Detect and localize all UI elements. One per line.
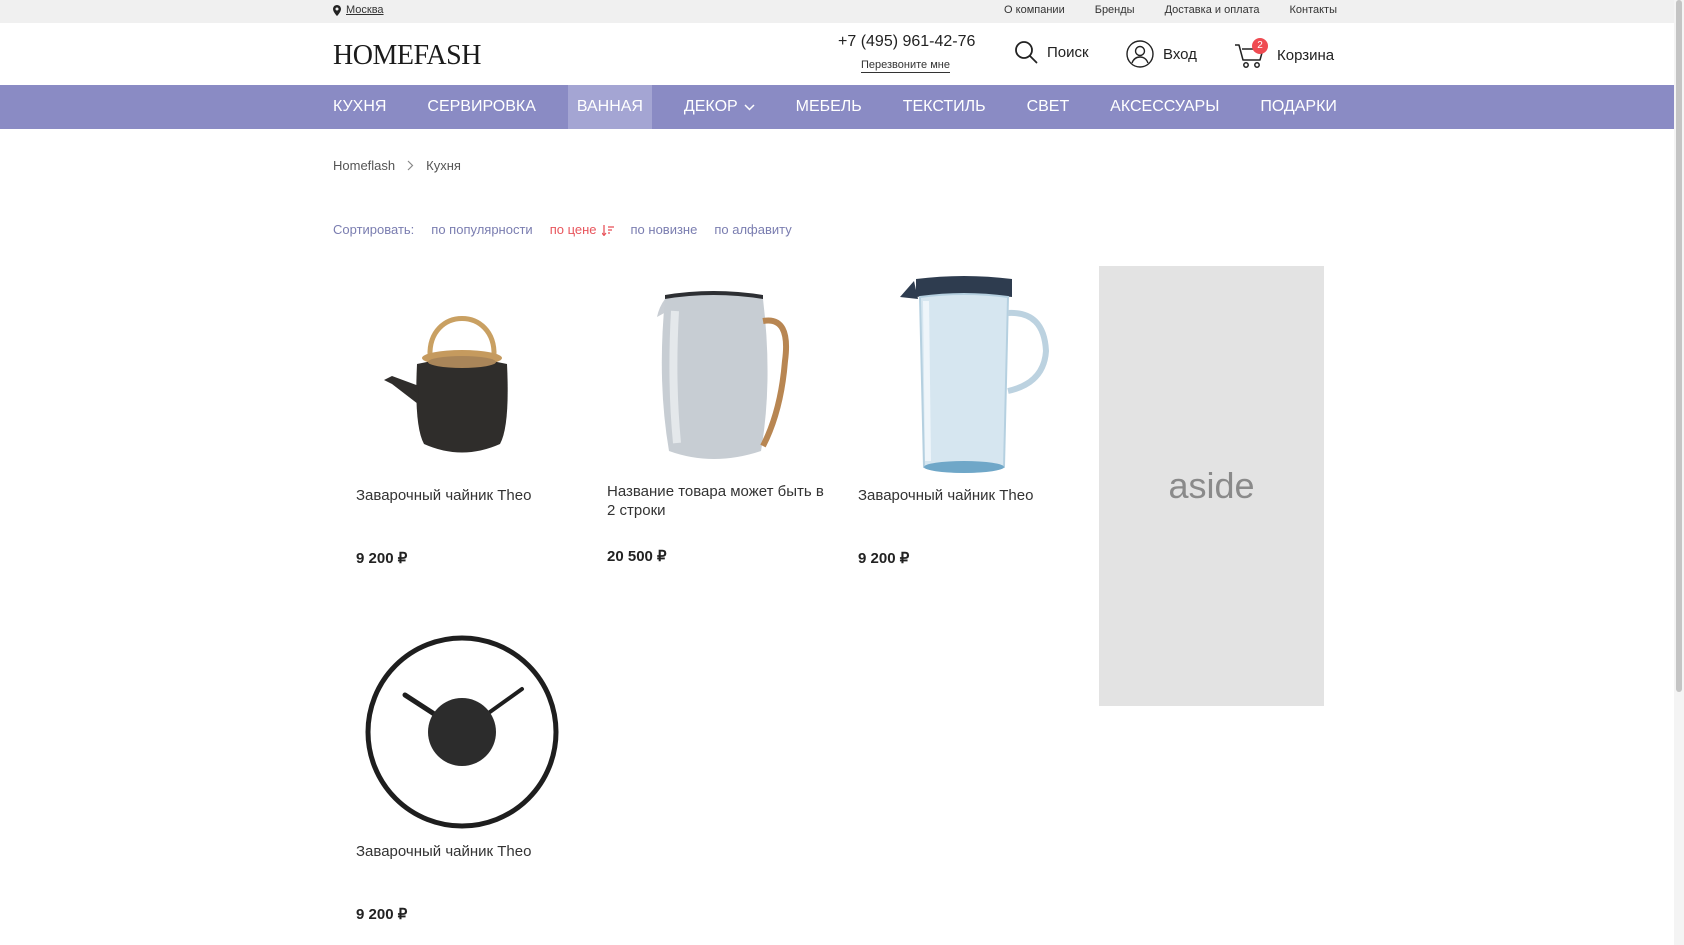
product-card[interactable]: Заварочный чайник Theo 9 200 ₽: [849, 266, 1079, 567]
nav-item-kitchen[interactable]: КУХНЯ: [333, 85, 395, 129]
product-price: 20 500 ₽: [607, 548, 667, 565]
main-nav: КУХНЯ СЕРВИРОВКА ВАННАЯ ДЕКОР МЕБЕЛЬ ТЕК…: [0, 85, 1674, 129]
logo[interactable]: HOMEFASH: [333, 40, 481, 72]
login-label: Вход: [1163, 45, 1197, 63]
sort-descending-icon: [601, 224, 614, 236]
product-card[interactable]: Заварочный чайник Theo 9 200 ₽: [347, 622, 577, 923]
nav-item-serving[interactable]: СЕРВИРОВКА: [418, 85, 545, 129]
chevron-down-icon: [744, 103, 755, 111]
link-delivery[interactable]: Доставка и оплата: [1165, 4, 1260, 16]
jug-image[interactable]: [849, 266, 1079, 486]
sort-newest[interactable]: по новизне: [631, 222, 698, 237]
aside-placeholder: aside: [1099, 266, 1324, 706]
header: HOMEFASH +7 (495) 961-42-76 Перезвоните …: [0, 23, 1674, 85]
scrollbar-thumb[interactable]: [1676, 0, 1682, 692]
cart-label: Корзина: [1277, 46, 1335, 64]
callback-link[interactable]: Перезвоните мне: [861, 59, 950, 73]
breadcrumb-home[interactable]: Homeflash: [333, 158, 395, 173]
nav-item-decor[interactable]: ДЕКОР: [675, 85, 764, 129]
product-price: 9 200 ₽: [356, 550, 408, 567]
nav-item-light[interactable]: СВЕТ: [1018, 85, 1079, 129]
product-price: 9 200 ₽: [858, 550, 910, 567]
product-name[interactable]: Заварочный чайник Theo: [347, 486, 577, 505]
city-selector[interactable]: Москва: [333, 4, 384, 16]
sort-bar: Сортировать: по популярности по цене по …: [333, 222, 792, 237]
search-label: Поиск: [1047, 43, 1089, 61]
nav-item-textile[interactable]: ТЕКСТИЛЬ: [894, 85, 995, 129]
sort-price-label: по цене: [549, 222, 597, 237]
city-name[interactable]: Москва: [346, 4, 384, 16]
sort-alphabet[interactable]: по алфавиту: [714, 222, 791, 237]
search-button[interactable]: Поиск: [1014, 40, 1089, 64]
product-name[interactable]: Заварочный чайник Theo: [347, 842, 577, 861]
nav-item-furniture[interactable]: МЕБЕЛЬ: [787, 85, 871, 129]
location-pin-icon: [333, 4, 341, 16]
product-name[interactable]: Название товара может быть в 2 строки: [598, 482, 828, 520]
product-price: 9 200 ₽: [356, 906, 408, 923]
user-icon: [1126, 40, 1154, 68]
login-button[interactable]: Вход: [1126, 40, 1197, 68]
product-card[interactable]: Название товара может быть в 2 строки 20…: [598, 266, 828, 566]
sort-popularity[interactable]: по популярности: [431, 222, 532, 237]
product-card[interactable]: Заварочный чайник Theo 9 200 ₽: [347, 266, 577, 567]
nav-item-accessories[interactable]: АКСЕССУАРЫ: [1101, 85, 1228, 129]
nav-item-gifts[interactable]: ПОДАРКИ: [1251, 85, 1337, 129]
sort-price[interactable]: по цене: [550, 222, 614, 237]
link-brands[interactable]: Бренды: [1095, 4, 1135, 16]
sort-label: Сортировать:: [333, 222, 415, 237]
clock-image[interactable]: [347, 622, 577, 842]
search-icon: [1015, 41, 1038, 64]
phone-number[interactable]: +7 (495) 961-42-76: [838, 33, 975, 51]
top-links: О компании Бренды Доставка и оплата Конт…: [1004, 4, 1337, 16]
kettle-image[interactable]: [598, 266, 828, 486]
breadcrumb-current: Кухня: [426, 158, 461, 173]
teapot-image[interactable]: [347, 266, 577, 486]
nav-item-decor-label: ДЕКОР: [683, 98, 738, 115]
nav-item-bathroom[interactable]: ВАННАЯ: [567, 85, 652, 129]
link-about[interactable]: О компании: [1004, 4, 1065, 16]
cart-count-badge: 2: [1252, 38, 1268, 54]
top-bar: Москва О компании Бренды Доставка и опла…: [0, 0, 1674, 23]
link-contacts[interactable]: Контакты: [1289, 4, 1337, 16]
product-name[interactable]: Заварочный чайник Theo: [849, 486, 1079, 505]
chevron-right-icon: [407, 160, 414, 171]
breadcrumb: Homeflash Кухня: [333, 158, 461, 173]
scrollbar[interactable]: [1674, 0, 1684, 945]
cart-button[interactable]: 2 Корзина: [1234, 38, 1335, 70]
